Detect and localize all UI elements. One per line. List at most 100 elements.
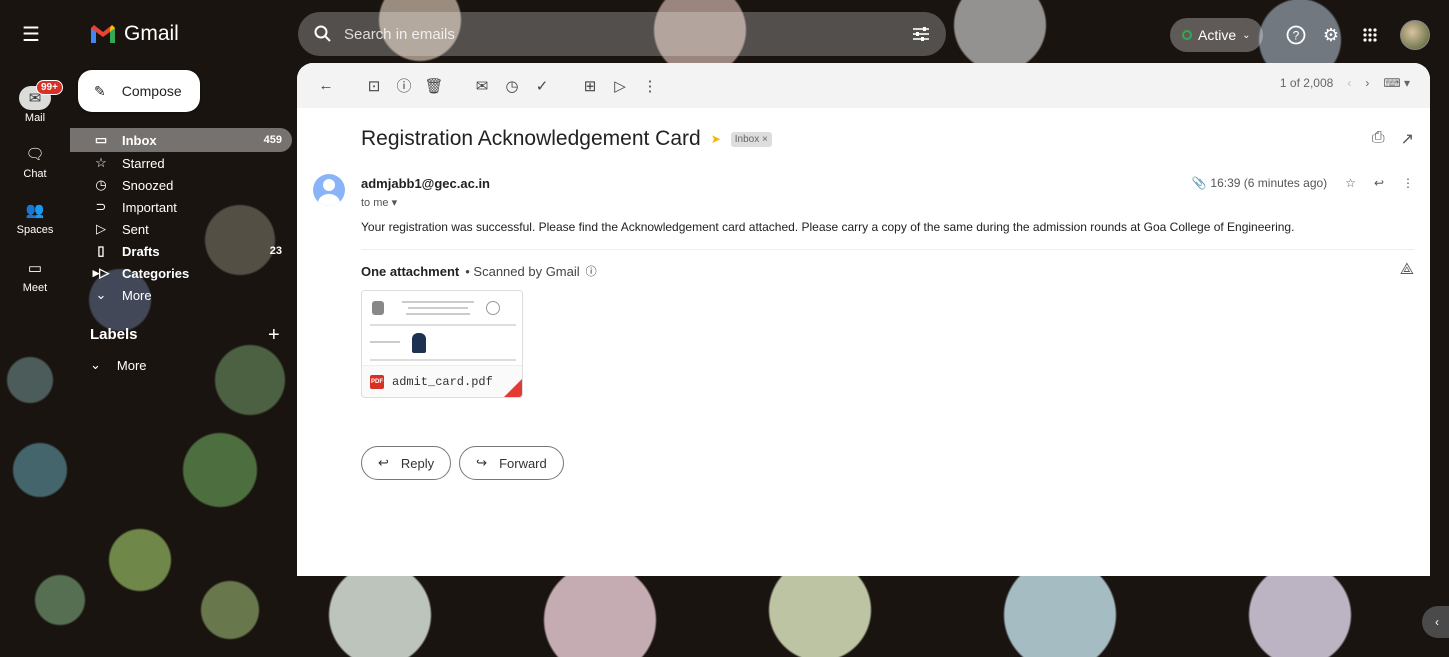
nav-inbox[interactable]: ▭ Inbox 459 [70,128,292,152]
reply-button[interactable]: ↩ Reply [361,446,452,480]
input-tools-icon[interactable]: ⌨ ▾ [1383,76,1410,90]
reply-label: Reply [400,455,435,471]
mark-unread-icon[interactable]: ✉ [467,71,497,101]
compose-button[interactable]: ✎ Compose [78,70,200,112]
add-task-icon[interactable]: ✓ [527,71,557,101]
pagination: 1 of 2,008 ‹ › ⌨ ▾ [1280,76,1410,90]
help-icon[interactable]: ? [1283,22,1309,48]
rail-meet[interactable]: ▭ Meet [0,256,70,294]
settings-icon[interactable]: ⚙ [1318,22,1344,48]
pdf-fold-icon [504,379,522,397]
message-toolbar: ← ⊡ ⓘ 🗑 ✉ ◷ ✓ ⊞ ▷ ⋮ [297,63,1430,108]
sender-avatar[interactable] [313,174,345,206]
nav-more[interactable]: ⌄ More [70,284,292,306]
account-avatar[interactable] [1400,20,1430,50]
svg-text:?: ? [1293,29,1300,43]
important-icon: ⊃ [95,199,107,214]
pager-text: 1 of 2,008 [1279,76,1334,90]
label-icon[interactable]: ▷ [605,71,635,101]
attachment-card[interactable]: PDF admit_card.pdf [361,290,523,398]
rail-mail[interactable]: ✉ 99+ Mail [0,80,70,124]
more-options-icon[interactable]: ⋮ [635,71,665,101]
nav-label: More [122,287,152,303]
more-vert-icon[interactable]: ⋮ [1402,176,1414,190]
forward-button[interactable]: ↪ Forward [459,446,564,480]
email-subject: Registration Acknowledgement Card [361,127,701,150]
status-dot-icon [1182,30,1192,40]
nav-label: Drafts [122,243,160,259]
apps-icon[interactable] [1357,22,1383,48]
rail-spaces[interactable]: 👥 Spaces [0,198,70,236]
rail-chat[interactable]: 🗨 Chat [0,142,70,180]
prev-icon[interactable]: ‹ [1347,76,1351,90]
reply-icon[interactable]: ↩ [1374,176,1384,190]
attachment-thumbnail [362,291,522,366]
recipient-details[interactable]: to me ▾ [361,196,397,209]
nav-snoozed[interactable]: ◷ Snoozed [70,174,292,196]
attachment-name: admit_card.pdf [392,375,493,389]
open-new-window-icon[interactable]: ↗ [1401,129,1414,149]
star-icon[interactable]: ☆ [1345,176,1356,190]
pencil-icon: ✎ [94,82,106,99]
label-chip[interactable]: Inbox × [730,131,772,147]
rail-label: Chat [23,168,47,180]
inbox-icon: ▭ [94,132,108,147]
clock-icon: ◷ [95,177,107,192]
spaces-icon: 👥 [25,202,45,219]
nav-starred[interactable]: ☆ Starred [70,152,292,174]
recipient-label: to me [361,197,389,209]
search-options-icon[interactable] [912,26,930,42]
message-view: ← ⊡ ⓘ 🗑 ✉ ◷ ✓ ⊞ ▷ ⋮ 1 of 2,008 ‹ › ⌨ ▾ R… [297,63,1430,576]
gmail-logo[interactable]: Gmail [90,22,179,46]
labels-more[interactable]: ⌄ More [90,357,147,373]
gmail-m-icon [91,25,115,43]
nav-sent[interactable]: ▷ Sent [70,218,292,240]
nav-important[interactable]: ⊃ Important [70,196,292,218]
nav-label: Sent [122,221,149,237]
chat-icon: 🗨 [25,146,45,163]
show-side-panel-icon[interactable]: ‹ [1422,606,1449,638]
status-button[interactable]: Active ⌄ [1170,18,1263,52]
sender-email[interactable]: admjabb1@gec.ac.in [361,176,490,191]
reply-icon: ↩ [378,455,389,470]
add-to-drive-icon[interactable]: ⟁ [1400,261,1414,279]
add-label-icon[interactable]: + [268,324,280,347]
nav-label: Starred [122,155,165,171]
labels-heading: Labels [90,326,138,343]
back-arrow-icon[interactable]: ← [311,71,341,101]
label-icon: ▸▷ [92,265,110,280]
search-icon[interactable] [314,25,332,43]
info-icon[interactable]: ⓘ [586,263,597,279]
reply-actions: ↩ Reply ↪ Forward [361,446,564,480]
attachment-clip-icon: 📎 [1191,176,1207,190]
nav-count: 23 [269,245,282,257]
subject-actions: ⎙ ↗ [1372,129,1414,149]
attachments-header: One attachment • Scanned by Gmail ⓘ [361,263,597,279]
report-spam-icon[interactable]: ⓘ [389,71,419,101]
search-input[interactable] [344,25,912,43]
app-name: Gmail [124,22,179,45]
chevron-down-icon: ⌄ [90,357,101,372]
rail-label: Meet [22,282,48,294]
delete-icon[interactable]: 🗑 [419,71,449,101]
search-bar[interactable] [298,12,946,56]
status-label: Active [1198,27,1237,43]
nav-drafts[interactable]: ▯ Drafts 23 [70,240,292,262]
pdf-icon: PDF [370,375,384,389]
rail-label: Spaces [16,224,54,236]
move-to-icon[interactable]: ⊞ [575,71,605,101]
message-time: 16:39 (6 minutes ago) [1210,176,1328,190]
snooze-icon[interactable]: ◷ [497,71,527,101]
menu-icon[interactable]: ☰ [22,22,40,47]
nav-categories[interactable]: ▸▷ Categories [70,262,292,284]
nav-label: Snoozed [122,177,174,193]
nav-label: Categories [122,265,190,281]
archive-icon[interactable]: ⊡ [359,71,389,101]
important-marker-icon[interactable]: ➤ [711,132,721,146]
forward-icon: ↪ [476,455,488,470]
send-icon: ▷ [96,221,106,236]
compose-label: Compose [121,83,182,99]
next-icon[interactable]: › [1365,76,1369,90]
print-icon[interactable]: ⎙ [1372,129,1385,149]
chevron-down-icon: ⌄ [1242,29,1251,41]
